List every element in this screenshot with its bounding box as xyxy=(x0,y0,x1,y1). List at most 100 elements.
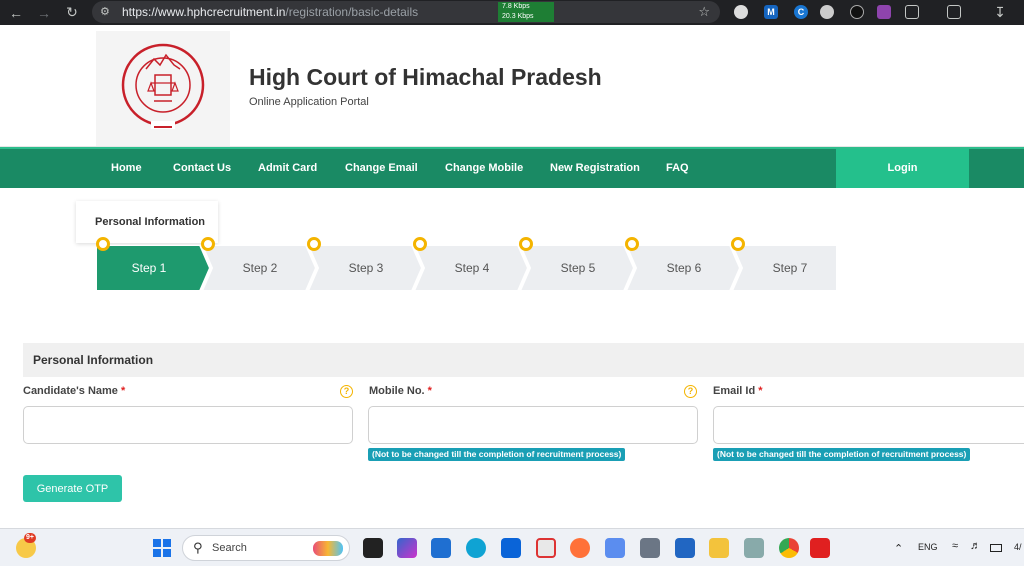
download-icon[interactable]: ↧ xyxy=(988,0,1012,25)
battery-icon[interactable] xyxy=(990,544,1002,552)
step-7[interactable]: Step 7 xyxy=(732,245,848,291)
task-view-icon[interactable] xyxy=(363,538,383,558)
help-question-icon[interactable]: ? xyxy=(340,385,353,398)
store-icon[interactable] xyxy=(431,538,451,558)
nav-item-change-email[interactable]: Change Email xyxy=(345,162,418,174)
windows-taskbar: 9+ ⚲ Search ⌃ ENG ≈ ♬ 4/ xyxy=(0,528,1024,566)
page-title: High Court of Himachal Pradesh xyxy=(249,64,602,90)
download-speed: 7.8 Kbps xyxy=(502,3,530,10)
step-progress-bar: Step 1 Step 2 Step 3 Step 4 Step 5 Step 6 Step… xyxy=(96,237,836,291)
login-button[interactable]: Login xyxy=(836,149,969,188)
forward-arrow-icon[interactable]: → xyxy=(32,0,56,25)
calculator-icon[interactable] xyxy=(640,538,660,558)
nav-item-change-mobile[interactable]: Change Mobile xyxy=(445,162,523,174)
page-subtitle: Online Application Portal xyxy=(249,96,369,108)
app-icon-blue[interactable] xyxy=(501,538,521,558)
site-header: High Court of Himachal Pradesh Online Ap… xyxy=(0,25,1024,147)
email-id-input[interactable] xyxy=(713,406,1024,444)
acrobat-icon[interactable] xyxy=(810,538,830,558)
step-label: Step 7 xyxy=(772,261,808,275)
mobile-no-label: Mobile No. * xyxy=(369,385,432,397)
extension-circle-icon[interactable] xyxy=(734,5,748,19)
help-question-icon[interactable]: ? xyxy=(684,385,697,398)
step-1[interactable]: Step 1 xyxy=(96,245,202,291)
step-indicator-dot xyxy=(519,237,533,251)
extension-globe-icon[interactable] xyxy=(820,5,834,19)
candidate-name-label: Candidate's Name * xyxy=(23,385,126,397)
email-id-label: Email Id * xyxy=(713,385,763,397)
url-text: https://www.hphcrecruitment.in/registrat… xyxy=(122,5,419,19)
clock[interactable]: 4/ xyxy=(1014,542,1022,552)
logo-container xyxy=(96,31,230,146)
extensions-puzzle-icon[interactable] xyxy=(905,5,919,19)
form-section-title: Personal Information xyxy=(23,343,1024,377)
step-indicator-dot xyxy=(413,237,427,251)
extension-m-icon[interactable]: M xyxy=(764,5,778,19)
print-icon[interactable] xyxy=(947,5,961,19)
show-hidden-icons-chevron-up-icon[interactable]: ⌃ xyxy=(894,542,903,555)
language-indicator[interactable]: ENG xyxy=(918,542,938,552)
search-icon: ⚲ xyxy=(193,540,203,555)
extension-purple-icon[interactable] xyxy=(877,5,891,19)
generate-otp-button[interactable]: Generate OTP xyxy=(23,475,122,502)
step-indicator-dot xyxy=(307,237,321,251)
edge-icon[interactable] xyxy=(466,538,486,558)
address-bar[interactable]: ⚙ https://www.hphcrecruitment.in/registr… xyxy=(92,1,720,23)
search-placeholder: Search xyxy=(212,542,247,554)
mobile-no-input[interactable] xyxy=(368,406,698,444)
reload-icon[interactable]: ↻ xyxy=(60,0,84,25)
required-marker: * xyxy=(121,385,126,397)
step-3[interactable]: Step 3 xyxy=(308,245,424,291)
required-marker: * xyxy=(427,385,432,397)
file-explorer-icon[interactable] xyxy=(709,538,729,558)
screen: ← → ↻ ⚙ https://www.hphcrecruitment.in/r… xyxy=(0,0,1024,566)
app-icon-triangle[interactable] xyxy=(675,538,695,558)
wifi-icon[interactable]: ≈ xyxy=(952,540,958,552)
tab-personal-information[interactable]: Personal Information xyxy=(76,201,218,243)
upload-speed: 20.3 Kbps xyxy=(502,13,534,20)
notification-badge: 9+ xyxy=(24,533,36,543)
step-4[interactable]: Step 4 xyxy=(414,245,530,291)
step-label: Step 1 xyxy=(131,261,167,275)
step-indicator-dot xyxy=(731,237,745,251)
chrome-icon[interactable] xyxy=(779,538,799,558)
copilot-icon[interactable] xyxy=(397,538,417,558)
site-info-icon[interactable]: ⚙ xyxy=(100,6,114,18)
nav-item-admit-card[interactable]: Admit Card xyxy=(258,162,317,174)
back-arrow-icon[interactable]: ← xyxy=(4,0,28,25)
step-label: Step 2 xyxy=(242,261,278,275)
windows-start-icon[interactable] xyxy=(152,538,172,558)
step-indicator-dot xyxy=(201,237,215,251)
email-id-note: (Not to be changed till the completion o… xyxy=(713,448,971,461)
mobile-no-note: (Not to be changed till the completion o… xyxy=(368,448,626,461)
extension-c-icon[interactable]: C xyxy=(794,5,808,19)
bookmark-star-icon[interactable]: ☆ xyxy=(698,4,710,20)
taskbar-search[interactable]: ⚲ Search xyxy=(182,535,350,561)
candidate-name-input[interactable] xyxy=(23,406,353,444)
extension-compass-icon[interactable] xyxy=(850,5,864,19)
step-5[interactable]: Step 5 xyxy=(520,245,636,291)
browser-toolbar: ← → ↻ ⚙ https://www.hphcrecruitment.in/r… xyxy=(0,0,1024,25)
step-2[interactable]: Step 2 xyxy=(202,245,318,291)
network-speed-widget: 7.8 Kbps 20.3 Kbps xyxy=(498,2,554,22)
nav-item-contact-us[interactable]: Contact Us xyxy=(173,162,231,174)
step-label: Step 6 xyxy=(666,261,702,275)
required-marker: * xyxy=(758,385,763,397)
step-indicator-dot xyxy=(96,237,110,251)
speaker-icon[interactable]: ♬ xyxy=(970,540,981,552)
nav-item-faq[interactable]: FAQ xyxy=(666,162,689,174)
step-label: Step 5 xyxy=(560,261,596,275)
snipping-tool-icon[interactable] xyxy=(536,538,556,558)
nav-item-home[interactable]: Home xyxy=(111,162,142,174)
step-label: Step 4 xyxy=(454,261,490,275)
app-icon-photo[interactable] xyxy=(744,538,764,558)
nav-item-new-registration[interactable]: New Registration xyxy=(550,162,640,174)
high-court-seal-logo-icon xyxy=(121,43,205,129)
app-icon-lines[interactable] xyxy=(605,538,625,558)
search-highlight-icon xyxy=(313,541,343,556)
step-6[interactable]: Step 6 xyxy=(626,245,742,291)
firefox-icon[interactable] xyxy=(570,538,590,558)
step-label: Step 3 xyxy=(348,261,384,275)
main-navigation: Home Contact Us Admit Card Change Email … xyxy=(0,147,1024,188)
step-indicator-dot xyxy=(625,237,639,251)
